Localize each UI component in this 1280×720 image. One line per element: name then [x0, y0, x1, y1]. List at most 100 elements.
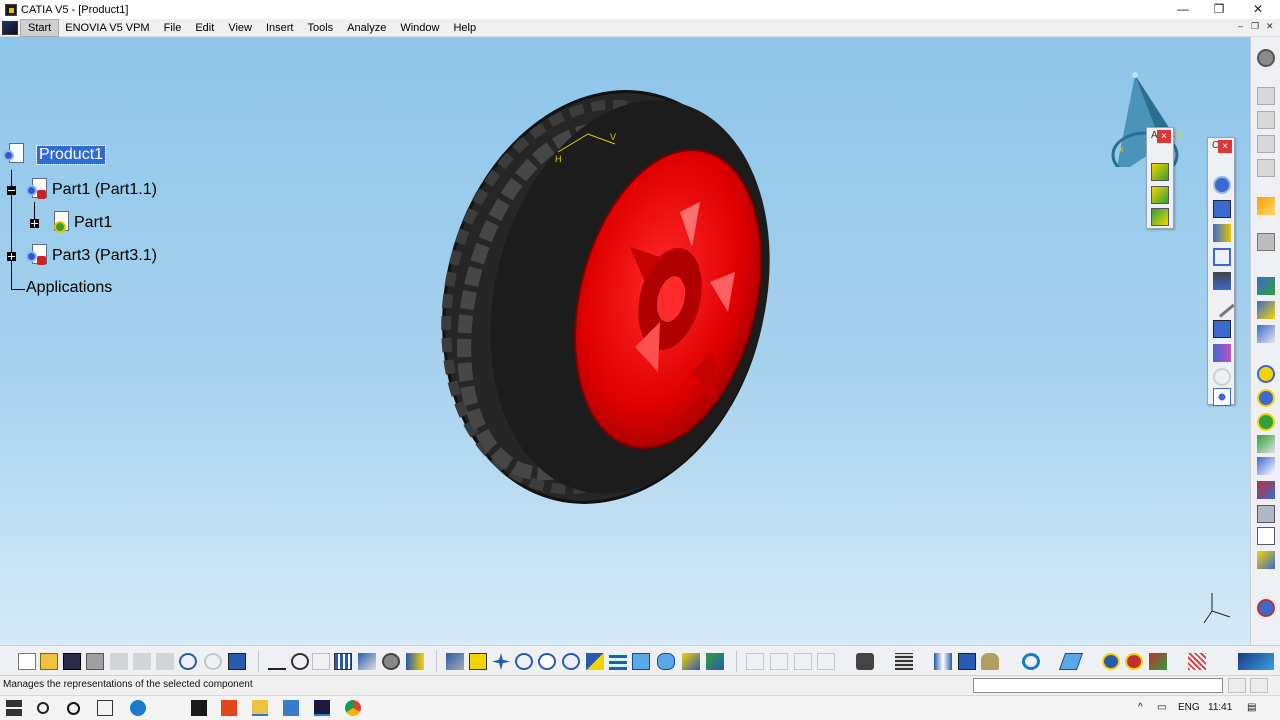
distance-icon[interactable] [1257, 435, 1275, 453]
explode-view-icon[interactable] [934, 653, 952, 670]
update-icon[interactable] [1257, 365, 1275, 383]
stop-manipulate-icon[interactable] [1257, 301, 1275, 319]
tree-label-part1-instance[interactable]: Part1 (Part1.1) [52, 181, 157, 199]
measure-item-icon[interactable] [770, 653, 788, 670]
cut-icon[interactable] [110, 653, 128, 670]
print-icon[interactable] [86, 653, 104, 670]
cortana-icon[interactable] [67, 702, 80, 715]
measure-between-icon[interactable] [746, 653, 764, 670]
publication-icon[interactable] [1257, 505, 1275, 523]
apply-material-icon[interactable] [817, 653, 835, 670]
properties-icon[interactable] [406, 653, 424, 670]
zoom-out-icon[interactable] [562, 653, 580, 670]
sectioning-icon[interactable] [1257, 413, 1275, 431]
windows-start-icon[interactable] [6, 700, 22, 716]
wheel-model[interactable]: V H [430, 82, 780, 512]
catia-taskbar-icon[interactable] [283, 700, 299, 716]
tree-node-root[interactable]: Product1 [3, 143, 107, 167]
open-icon[interactable] [40, 653, 58, 670]
menu-insert[interactable]: Insert [259, 20, 301, 36]
menu-tools[interactable]: Tools [300, 20, 340, 36]
flexible-subassembly-icon[interactable] [1213, 344, 1231, 362]
fit-all-icon[interactable] [469, 653, 487, 670]
menu-analyze[interactable]: Analyze [340, 20, 393, 36]
existing-component-icon[interactable] [1257, 135, 1275, 153]
hide-show-icon[interactable] [682, 653, 700, 670]
change-constraint-icon[interactable] [1213, 368, 1231, 386]
catalog-icon[interactable] [1257, 551, 1275, 569]
iso-view-icon[interactable] [632, 653, 650, 670]
paste-icon[interactable] [156, 653, 174, 670]
copy-icon[interactable] [133, 653, 151, 670]
menu-help[interactable]: Help [446, 20, 483, 36]
formula-icon[interactable] [268, 653, 286, 670]
menu-view[interactable]: View [221, 20, 259, 36]
notification-icon[interactable]: ▤ [1247, 702, 1256, 713]
restore-button[interactable]: ❐ [1199, 0, 1239, 19]
edge-icon[interactable] [130, 700, 146, 716]
toolbar-close-button[interactable]: × [1218, 140, 1232, 153]
layer-icon[interactable] [1058, 653, 1084, 670]
doc-minimize-button[interactable]: – [1238, 21, 1243, 31]
replace-component-icon[interactable] [1151, 186, 1169, 204]
grid-icon[interactable] [1188, 653, 1206, 670]
doc-restore-button[interactable]: ❐ [1251, 21, 1259, 32]
menu-enovia[interactable]: ENOVIA V5 VPM [59, 20, 156, 36]
bill-of-material-icon[interactable] [1257, 325, 1275, 343]
assembly-features-icon[interactable] [958, 653, 976, 670]
doc-close-button[interactable]: ✕ [1266, 21, 1274, 32]
menu-edit[interactable]: Edit [188, 20, 221, 36]
office-icon[interactable] [221, 700, 237, 716]
scene-icon[interactable] [1257, 481, 1275, 499]
menu-start[interactable]: Start [20, 18, 60, 37]
capture-icon[interactable] [856, 653, 874, 670]
collapse-toggle[interactable] [7, 186, 16, 195]
close-button[interactable]: ✕ [1238, 0, 1278, 19]
tree-node-part3-instance[interactable]: Part3 (Part3.1) [26, 244, 157, 268]
angle-icon[interactable] [1213, 248, 1231, 266]
knowledge-icon[interactable] [291, 653, 309, 670]
table-icon[interactable] [334, 653, 352, 670]
tree-node-part1-instance[interactable]: Part1 (Part1.1) [26, 178, 157, 202]
3d-viewport[interactable]: V H Product1 Part1 (Part1.1) Part1 Part3… [0, 37, 1250, 645]
offset-icon[interactable] [1213, 224, 1231, 242]
snap-icon[interactable] [1257, 233, 1275, 251]
gear-icon[interactable] [1257, 49, 1275, 67]
rotate-icon[interactable] [515, 653, 533, 670]
fix-icon[interactable] [1213, 272, 1231, 290]
annotation-icon[interactable] [1257, 527, 1275, 545]
normal-view-icon[interactable] [586, 653, 604, 670]
new-part-icon[interactable] [1257, 159, 1275, 177]
expand-toggle[interactable] [30, 219, 39, 228]
expand-toggle[interactable] [7, 252, 16, 261]
fitting-icon[interactable] [1125, 653, 1143, 670]
command-button-right[interactable] [1250, 678, 1268, 693]
reuse-pattern-icon[interactable] [1213, 388, 1231, 406]
dmu-icon[interactable] [1102, 653, 1120, 670]
undo-icon[interactable] [179, 653, 197, 670]
fly-mode-icon[interactable] [446, 653, 464, 670]
design-table-icon[interactable] [312, 653, 330, 670]
tree-label-part1[interactable]: Part1 [74, 214, 112, 232]
redo-icon[interactable] [204, 653, 222, 670]
task-view-icon[interactable] [97, 700, 113, 716]
fix-together-icon[interactable] [1209, 292, 1235, 318]
explode-icon[interactable] [1257, 277, 1275, 295]
zoom-in-icon[interactable] [538, 653, 556, 670]
bottle-icon[interactable] [981, 653, 999, 670]
insert-component-icon[interactable] [1151, 163, 1169, 181]
tree-label-product1[interactable]: Product1 [35, 145, 107, 165]
minimize-button[interactable]: — [1163, 0, 1203, 19]
pan-icon[interactable] [492, 653, 510, 670]
save-icon[interactable] [63, 653, 81, 670]
existing-component-icon[interactable] [1151, 208, 1169, 226]
show-hidden-icons-icon[interactable]: ^ [1138, 702, 1143, 713]
network-icon[interactable]: ▭ [1157, 702, 1166, 713]
toolbar-close-button[interactable]: × [1157, 130, 1171, 143]
search-icon[interactable] [37, 702, 49, 714]
contact-icon[interactable] [1213, 200, 1231, 218]
collaboration-icon[interactable] [1257, 599, 1275, 617]
component-icon[interactable] [1257, 111, 1275, 129]
tree-label-applications[interactable]: Applications [26, 279, 112, 297]
measure-inertia-icon[interactable] [794, 653, 812, 670]
